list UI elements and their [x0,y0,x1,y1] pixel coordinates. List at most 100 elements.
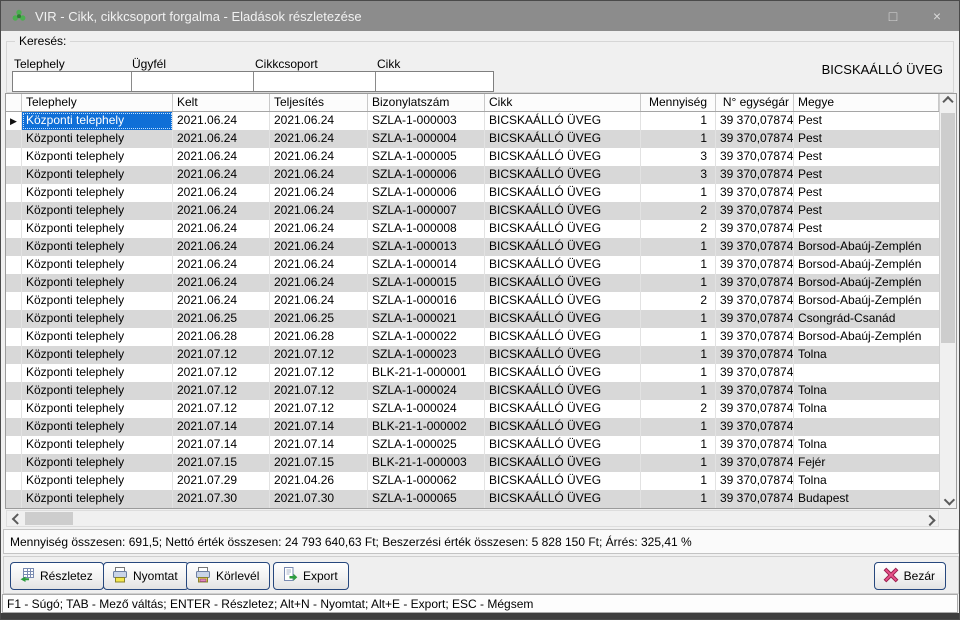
cell-cikk[interactable]: BICSKAÁLLÓ ÜVEG [485,364,641,382]
header-kelt[interactable]: Kelt [173,94,270,111]
cell-mennyiseg[interactable]: 1 [641,490,716,508]
row-selector[interactable] [6,238,22,256]
cell-cikk[interactable]: BICSKAÁLLÓ ÜVEG [485,400,641,418]
korlevel-button[interactable]: Körlevél [186,562,270,590]
cell-teljesites[interactable]: 2021.06.24 [270,184,368,202]
table-row[interactable]: Központi telephely2021.07.142021.07.14BL… [6,418,939,436]
cell-cikk[interactable]: BICSKAÁLLÓ ÜVEG [485,418,641,436]
row-selector[interactable] [6,490,22,508]
cell-egysegar[interactable]: 39 370,07874 [716,202,794,220]
row-selector[interactable] [6,364,22,382]
table-row[interactable]: Központi telephely2021.06.252021.06.25SZ… [6,310,939,328]
table-row[interactable]: Központi telephely2021.07.122021.07.12SZ… [6,382,939,400]
table-row[interactable]: Központi telephely2021.06.242021.06.24SZ… [6,202,939,220]
cell-telephely[interactable]: Központi telephely [22,400,173,418]
cell-mennyiseg[interactable]: 2 [641,202,716,220]
cell-mennyiseg[interactable]: 1 [641,472,716,490]
cell-teljesites[interactable]: 2021.07.12 [270,346,368,364]
cell-kelt[interactable]: 2021.07.12 [173,400,270,418]
scroll-down-button[interactable] [940,491,956,508]
cell-mennyiseg[interactable]: 1 [641,454,716,472]
cell-telephely[interactable]: Központi telephely [22,148,173,166]
cell-bizonylatszam[interactable]: SZLA-1-000016 [368,292,485,310]
cell-kelt[interactable]: 2021.07.14 [173,436,270,454]
close-button[interactable]: × [915,1,959,31]
table-row[interactable]: Központi telephely2021.06.242021.06.24SZ… [6,148,939,166]
cell-telephely[interactable]: Központi telephely [22,436,173,454]
horizontal-scrollbar-thumb[interactable] [25,512,73,525]
table-row[interactable]: Központi telephely2021.07.142021.07.14SZ… [6,436,939,454]
export-button[interactable]: Export [273,562,349,590]
cell-cikk[interactable]: BICSKAÁLLÓ ÜVEG [485,220,641,238]
cell-telephely[interactable]: Központi telephely [22,292,173,310]
cell-telephely[interactable]: Központi telephely [22,184,173,202]
cell-megye[interactable]: Pest [794,220,939,238]
cell-kelt[interactable]: 2021.06.24 [173,292,270,310]
cell-egysegar[interactable]: 39 370,07874 [716,364,794,382]
cell-bizonylatszam[interactable]: SZLA-1-000065 [368,490,485,508]
cell-telephely[interactable]: Központi telephely [22,238,173,256]
cell-bizonylatszam[interactable]: SZLA-1-000005 [368,148,485,166]
row-selector[interactable] [6,418,22,436]
cell-megye[interactable]: Pest [794,184,939,202]
cell-teljesites[interactable]: 2021.06.24 [270,148,368,166]
cell-cikk[interactable]: BICSKAÁLLÓ ÜVEG [485,346,641,364]
cell-bizonylatszam[interactable]: SZLA-1-000006 [368,166,485,184]
cell-kelt[interactable]: 2021.06.24 [173,220,270,238]
cell-teljesites[interactable]: 2021.07.30 [270,490,368,508]
cell-telephely[interactable]: Központi telephely [22,274,173,292]
cell-egysegar[interactable]: 39 370,07874 [716,148,794,166]
cell-kelt[interactable]: 2021.06.28 [173,328,270,346]
scroll-left-button[interactable] [7,511,24,526]
cell-kelt[interactable]: 2021.06.24 [173,274,270,292]
cell-cikk[interactable]: BICSKAÁLLÓ ÜVEG [485,454,641,472]
vertical-scrollbar-thumb[interactable] [941,113,955,343]
cell-mennyiseg[interactable]: 1 [641,364,716,382]
cell-teljesites[interactable]: 2021.06.24 [270,238,368,256]
cell-bizonylatszam[interactable]: SZLA-1-000024 [368,400,485,418]
cell-bizonylatszam[interactable]: SZLA-1-000062 [368,472,485,490]
row-selector[interactable] [6,436,22,454]
cell-egysegar[interactable]: 39 370,07874 [716,166,794,184]
cell-megye[interactable]: Tolna [794,382,939,400]
cell-megye[interactable]: Borsod-Abaúj-Zemplén [794,256,939,274]
cell-teljesites[interactable]: 2021.07.12 [270,364,368,382]
cell-telephely[interactable]: Központi telephely [22,490,173,508]
cell-bizonylatszam[interactable]: SZLA-1-000008 [368,220,485,238]
cell-teljesites[interactable]: 2021.06.24 [270,256,368,274]
cell-egysegar[interactable]: 39 370,07874 [716,454,794,472]
cell-telephely[interactable]: Központi telephely [22,202,173,220]
cell-kelt[interactable]: 2021.07.30 [173,490,270,508]
cell-kelt[interactable]: 2021.07.15 [173,454,270,472]
header-mennyiseg[interactable]: Mennyiség [641,94,716,111]
cell-bizonylatszam[interactable]: SZLA-1-000025 [368,436,485,454]
cell-megye[interactable]: Csongrád-Csanád [794,310,939,328]
cell-kelt[interactable]: 2021.07.14 [173,418,270,436]
cell-mennyiseg[interactable]: 1 [641,328,716,346]
cell-mennyiseg[interactable]: 1 [641,256,716,274]
cell-mennyiseg[interactable]: 2 [641,220,716,238]
cell-mennyiseg[interactable]: 1 [641,436,716,454]
cell-egysegar[interactable]: 39 370,07874 [716,328,794,346]
cell-megye[interactable] [794,418,939,436]
cell-egysegar[interactable]: 39 370,07874 [716,418,794,436]
cell-egysegar[interactable]: 39 370,07874 [716,184,794,202]
cell-bizonylatszam[interactable]: SZLA-1-000022 [368,328,485,346]
cell-kelt[interactable]: 2021.06.24 [173,148,270,166]
row-selector[interactable] [6,472,22,490]
cell-kelt[interactable]: 2021.06.24 [173,238,270,256]
cell-cikk[interactable]: BICSKAÁLLÓ ÜVEG [485,184,641,202]
scroll-up-button[interactable] [940,94,956,111]
cell-mennyiseg[interactable]: 2 [641,400,716,418]
telephely-input[interactable] [13,72,131,91]
cell-telephely[interactable]: Központi telephely [22,220,173,238]
cell-mennyiseg[interactable]: 1 [641,382,716,400]
cell-cikk[interactable]: BICSKAÁLLÓ ÜVEG [485,328,641,346]
cell-mennyiseg[interactable]: 1 [641,418,716,436]
cell-cikk[interactable]: BICSKAÁLLÓ ÜVEG [485,472,641,490]
cell-telephely[interactable]: Központi telephely [22,256,173,274]
row-selector[interactable] [6,256,22,274]
reszletez-button[interactable]: Részletez [10,562,104,590]
cell-teljesites[interactable]: 2021.06.24 [270,202,368,220]
cell-mennyiseg[interactable]: 1 [641,130,716,148]
